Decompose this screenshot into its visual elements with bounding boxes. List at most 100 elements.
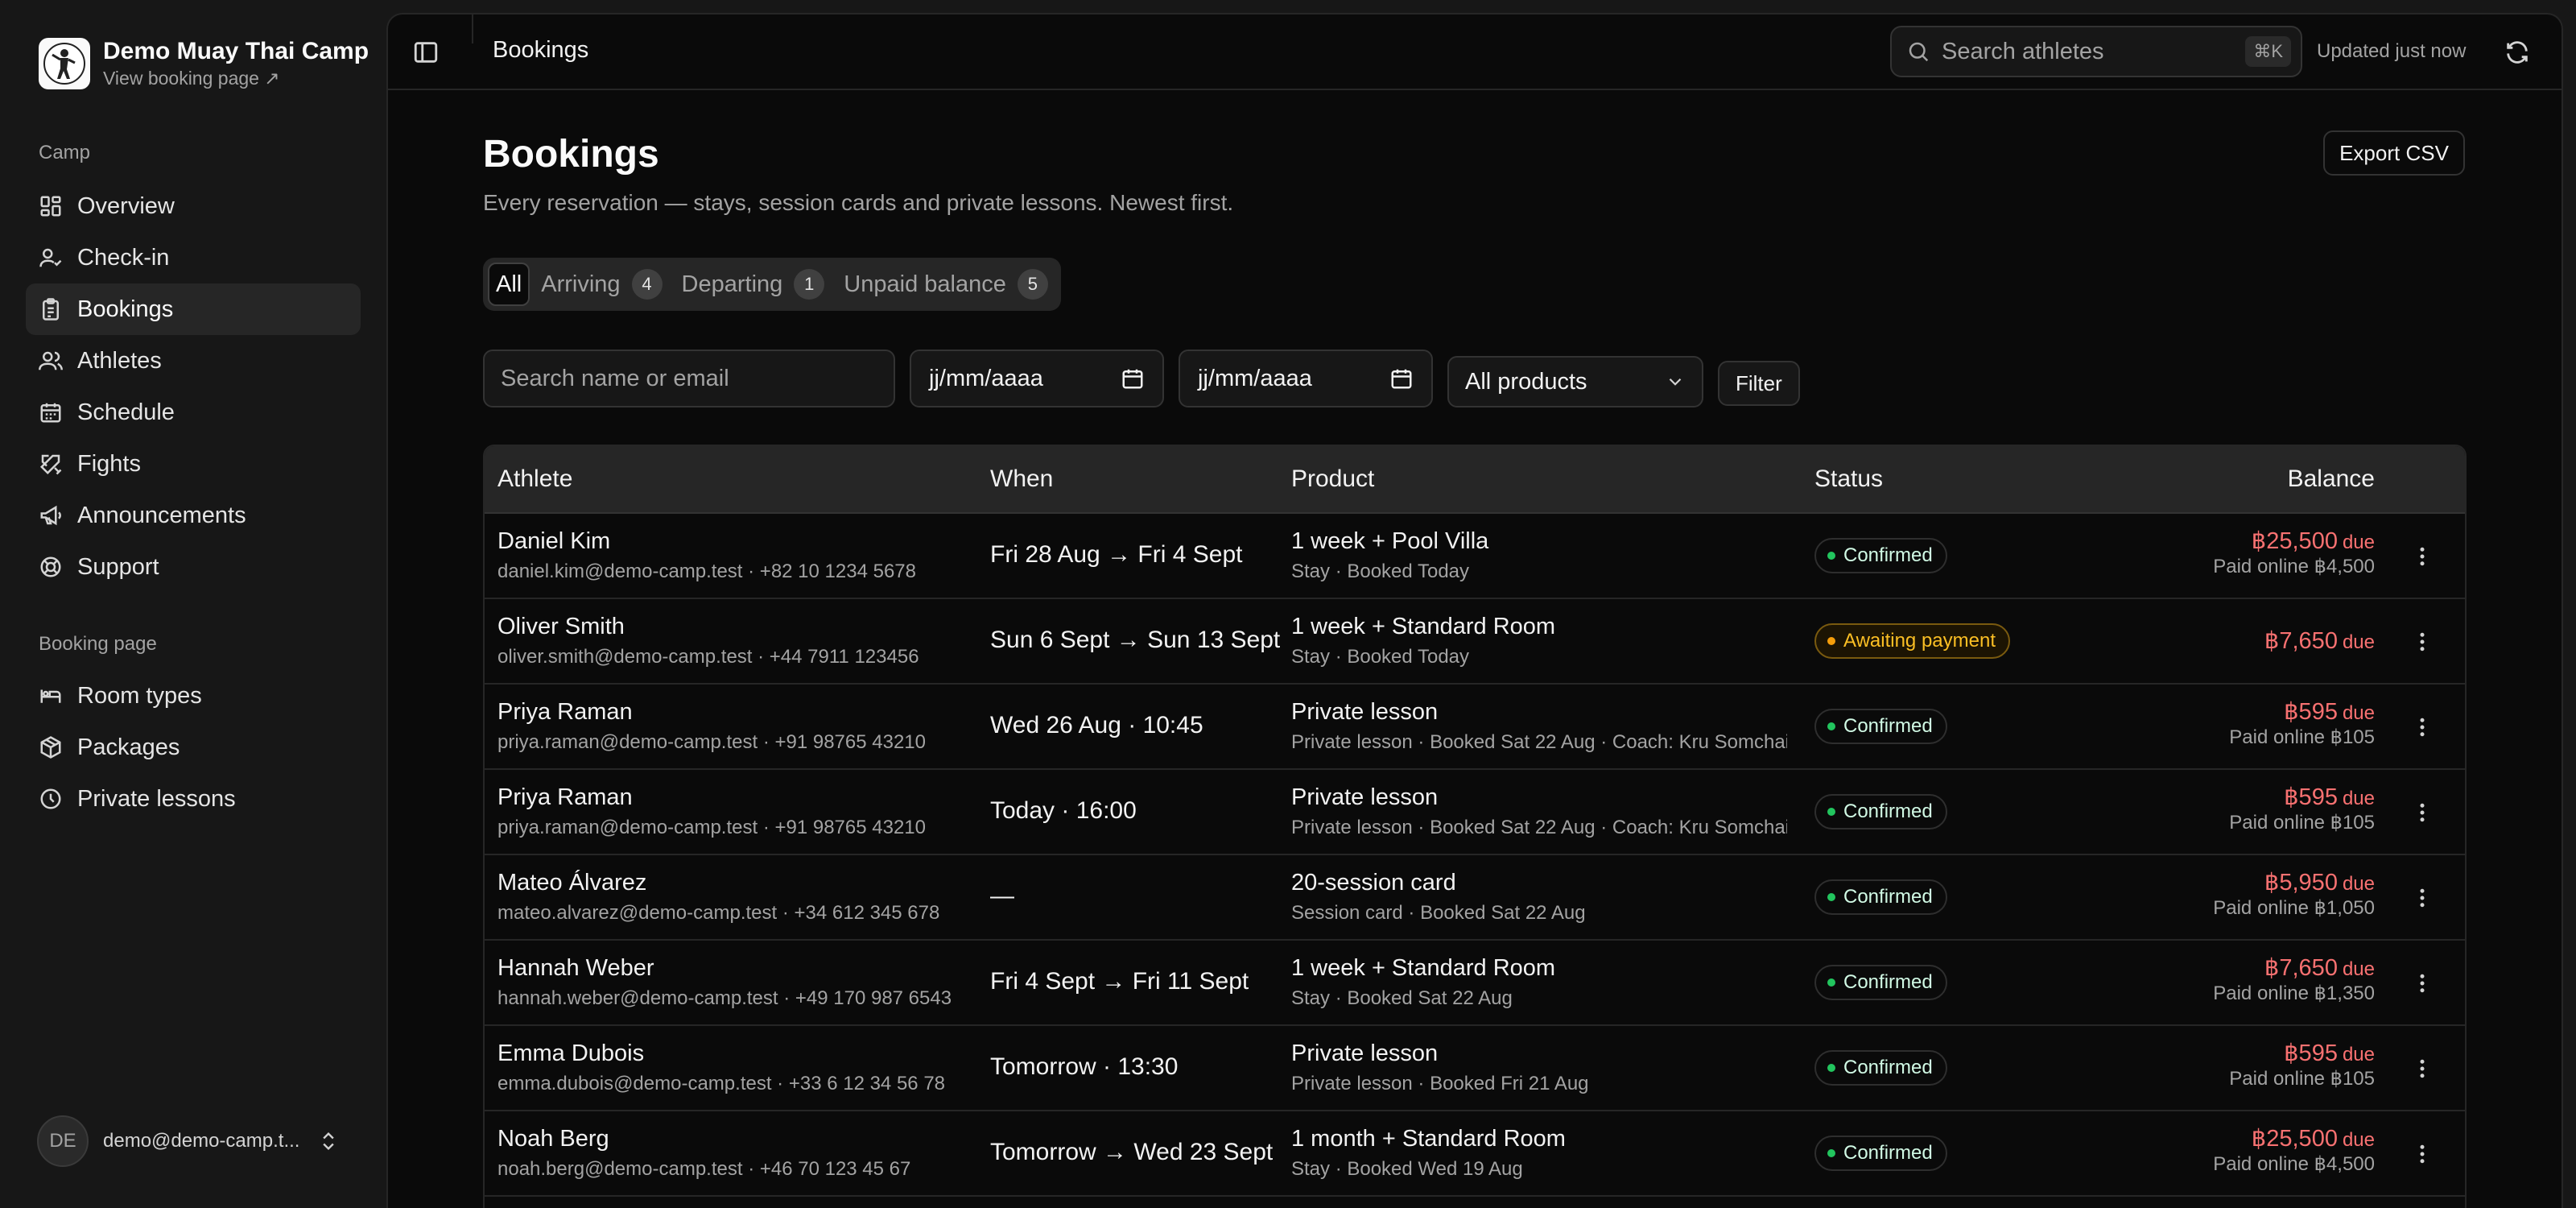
booking-filter-tabs: All Arriving 4 Departing 1 Unpaid balanc… xyxy=(483,258,1061,311)
product-name: 1 month + Standard Room xyxy=(1291,1126,1566,1152)
balance-cell: ฿5,950 due Paid online ฿1,050 xyxy=(2213,868,2375,920)
sidebar-item-private-lessons[interactable]: Private lessons xyxy=(26,773,361,825)
status-badge: Confirmed xyxy=(1814,709,1947,744)
product-meta: Session card · Booked Sat 22 Aug xyxy=(1291,902,1586,924)
paid-online-amount: Paid online ฿1,350 xyxy=(2213,983,2375,1004)
product-select[interactable]: All products xyxy=(1447,356,1703,407)
refresh-icon[interactable] xyxy=(2504,39,2531,66)
tab-label: Unpaid balance xyxy=(844,271,1006,297)
search-icon xyxy=(1906,39,1930,64)
sidebar-item-room-types[interactable]: Room types xyxy=(26,670,361,722)
sidebar-item-schedule[interactable]: Schedule xyxy=(26,387,361,438)
tab-all[interactable]: All xyxy=(488,263,530,306)
table-row[interactable]: Emma Dubois emma.dubois@demo-camp.test · … xyxy=(485,1026,2465,1111)
booking-nav: Room types Packages Private lessons xyxy=(26,670,361,825)
sidebar-item-label: Fights xyxy=(77,450,141,477)
more-vertical-icon[interactable] xyxy=(2410,971,2434,995)
swords-icon xyxy=(39,452,63,476)
brand[interactable]: Demo Muay Thai Camp View booking page ↗ xyxy=(39,37,369,90)
column-header-when[interactable]: When xyxy=(990,465,1053,493)
sidebar-item-check-in[interactable]: Check-in xyxy=(26,232,361,283)
athlete-contact: emma.dubois@demo-camp.test · +33 6 12 34… xyxy=(497,1073,946,1094)
due-label: due xyxy=(2342,1129,2375,1151)
view-booking-page-link[interactable]: View booking page ↗ xyxy=(103,66,369,90)
product-meta: Private lesson · Booked Fri 21 Aug xyxy=(1291,1073,1589,1094)
sidebar-item-label: Support xyxy=(77,553,159,580)
status-badge: Confirmed xyxy=(1814,965,1947,1000)
search-athletes-input[interactable]: Search athletes ⌘K xyxy=(1890,26,2302,77)
more-vertical-icon[interactable] xyxy=(2410,630,2434,654)
sidebar-item-fights[interactable]: Fights xyxy=(26,438,361,490)
sidebar-item-athletes[interactable]: Athletes xyxy=(26,335,361,387)
sidebar-toggle-icon[interactable] xyxy=(412,39,440,66)
users-icon xyxy=(39,349,63,373)
table-row[interactable]: Hannah Weber hannah.weber@demo-camp.test … xyxy=(485,941,2465,1026)
product-name: 20-session card xyxy=(1291,870,1456,896)
balance-due-amount: ฿7,650 xyxy=(2264,628,2338,654)
sidebar-item-overview[interactable]: Overview xyxy=(26,180,361,232)
athlete-name[interactable]: Hannah Weber xyxy=(497,955,654,982)
table-row[interactable]: Daniel Kim daniel.kim@demo-camp.test · +8… xyxy=(485,514,2465,599)
booking-when: Sun 6 Sept → Sun 13 Sept xyxy=(990,627,1281,653)
status-badge: Confirmed xyxy=(1814,794,1947,829)
search-name-email-input[interactable]: Search name or email xyxy=(483,350,895,407)
page-subtitle: Every reservation — stays, session cards… xyxy=(483,190,1234,215)
sidebar-item-support[interactable]: Support xyxy=(26,541,361,593)
athlete-name[interactable]: Daniel Kim xyxy=(497,528,610,555)
date-to-input[interactable]: jj/mm/aaaa xyxy=(1179,350,1433,407)
tab-label: All xyxy=(496,271,522,297)
export-csv-button[interactable]: Export CSV xyxy=(2323,130,2465,176)
calendar-icon[interactable] xyxy=(1389,366,1414,391)
table-body: Daniel Kim daniel.kim@demo-camp.test · +8… xyxy=(485,514,2465,1197)
table-row[interactable]: Mateo Álvarez mateo.alvarez@demo-camp.tes… xyxy=(485,855,2465,941)
tab-unpaid-balance[interactable]: Unpaid balance 5 xyxy=(836,263,1056,306)
table-row[interactable]: Priya Raman priya.raman@demo-camp.test · … xyxy=(485,770,2465,855)
filter-button[interactable]: Filter xyxy=(1718,361,1800,406)
calendar-icon[interactable] xyxy=(1121,366,1145,391)
table-row[interactable]: Priya Raman priya.raman@demo-camp.test · … xyxy=(485,685,2465,770)
more-vertical-icon[interactable] xyxy=(2410,544,2434,569)
due-label: due xyxy=(2342,788,2375,809)
product-name: 1 week + Standard Room xyxy=(1291,614,1556,639)
sidebar-item-bookings[interactable]: Bookings xyxy=(26,283,361,335)
more-vertical-icon[interactable] xyxy=(2410,886,2434,910)
athlete-name[interactable]: Priya Raman xyxy=(497,784,633,811)
more-vertical-icon[interactable] xyxy=(2410,801,2434,825)
athlete-name[interactable]: Noah Berg xyxy=(497,1126,609,1152)
balance-cell: ฿7,650 due Paid online ฿1,350 xyxy=(2213,954,2375,1005)
column-header-product[interactable]: Product xyxy=(1291,465,1374,493)
more-vertical-icon[interactable] xyxy=(2410,1142,2434,1166)
tab-departing[interactable]: Departing 1 xyxy=(674,263,833,306)
more-vertical-icon[interactable] xyxy=(2410,1057,2434,1081)
paid-online-amount: Paid online ฿4,500 xyxy=(2213,1153,2375,1175)
table-row[interactable]: Oliver Smith oliver.smith@demo-camp.test … xyxy=(485,599,2465,685)
main-panel: Bookings Search athletes ⌘K Updated just… xyxy=(386,13,2563,1208)
column-header-status[interactable]: Status xyxy=(1814,465,1883,493)
athlete-name[interactable]: Oliver Smith xyxy=(497,614,625,640)
status-label: Confirmed xyxy=(1843,1142,1933,1164)
status-badge: Confirmed xyxy=(1814,879,1947,915)
status-dot xyxy=(1827,1149,1835,1157)
column-header-athlete[interactable]: Athlete xyxy=(497,465,572,493)
date-from-input[interactable]: jj/mm/aaaa xyxy=(910,350,1164,407)
tab-arriving[interactable]: Arriving 4 xyxy=(533,263,670,306)
table-row[interactable]: Noah Berg noah.berg@demo-camp.test · +46 … xyxy=(485,1111,2465,1197)
paid-online-amount: Paid online ฿4,500 xyxy=(2213,556,2375,577)
more-vertical-icon[interactable] xyxy=(2410,715,2434,739)
status-dot xyxy=(1827,893,1835,901)
product-meta: Stay · Booked Today xyxy=(1291,646,1470,668)
user-email: demo@demo-camp.t... xyxy=(103,1130,300,1152)
column-header-balance[interactable]: Balance xyxy=(2288,465,2375,493)
status-dot xyxy=(1827,978,1835,987)
sidebar-item-packages[interactable]: Packages xyxy=(26,722,361,773)
user-menu[interactable]: DE demo@demo-camp.t... xyxy=(37,1115,351,1167)
athlete-name[interactable]: Priya Raman xyxy=(497,699,633,726)
status-label: Confirmed xyxy=(1843,801,1933,822)
product-meta: Stay · Booked Wed 19 Aug xyxy=(1291,1158,1523,1180)
due-label: due xyxy=(2342,958,2375,980)
paid-online-amount: Paid online ฿105 xyxy=(2229,726,2375,748)
balance-due-amount: ฿7,650 xyxy=(2264,955,2338,981)
athlete-name[interactable]: Emma Dubois xyxy=(497,1040,644,1067)
sidebar-item-announcements[interactable]: Announcements xyxy=(26,490,361,541)
athlete-name[interactable]: Mateo Álvarez xyxy=(497,870,646,896)
